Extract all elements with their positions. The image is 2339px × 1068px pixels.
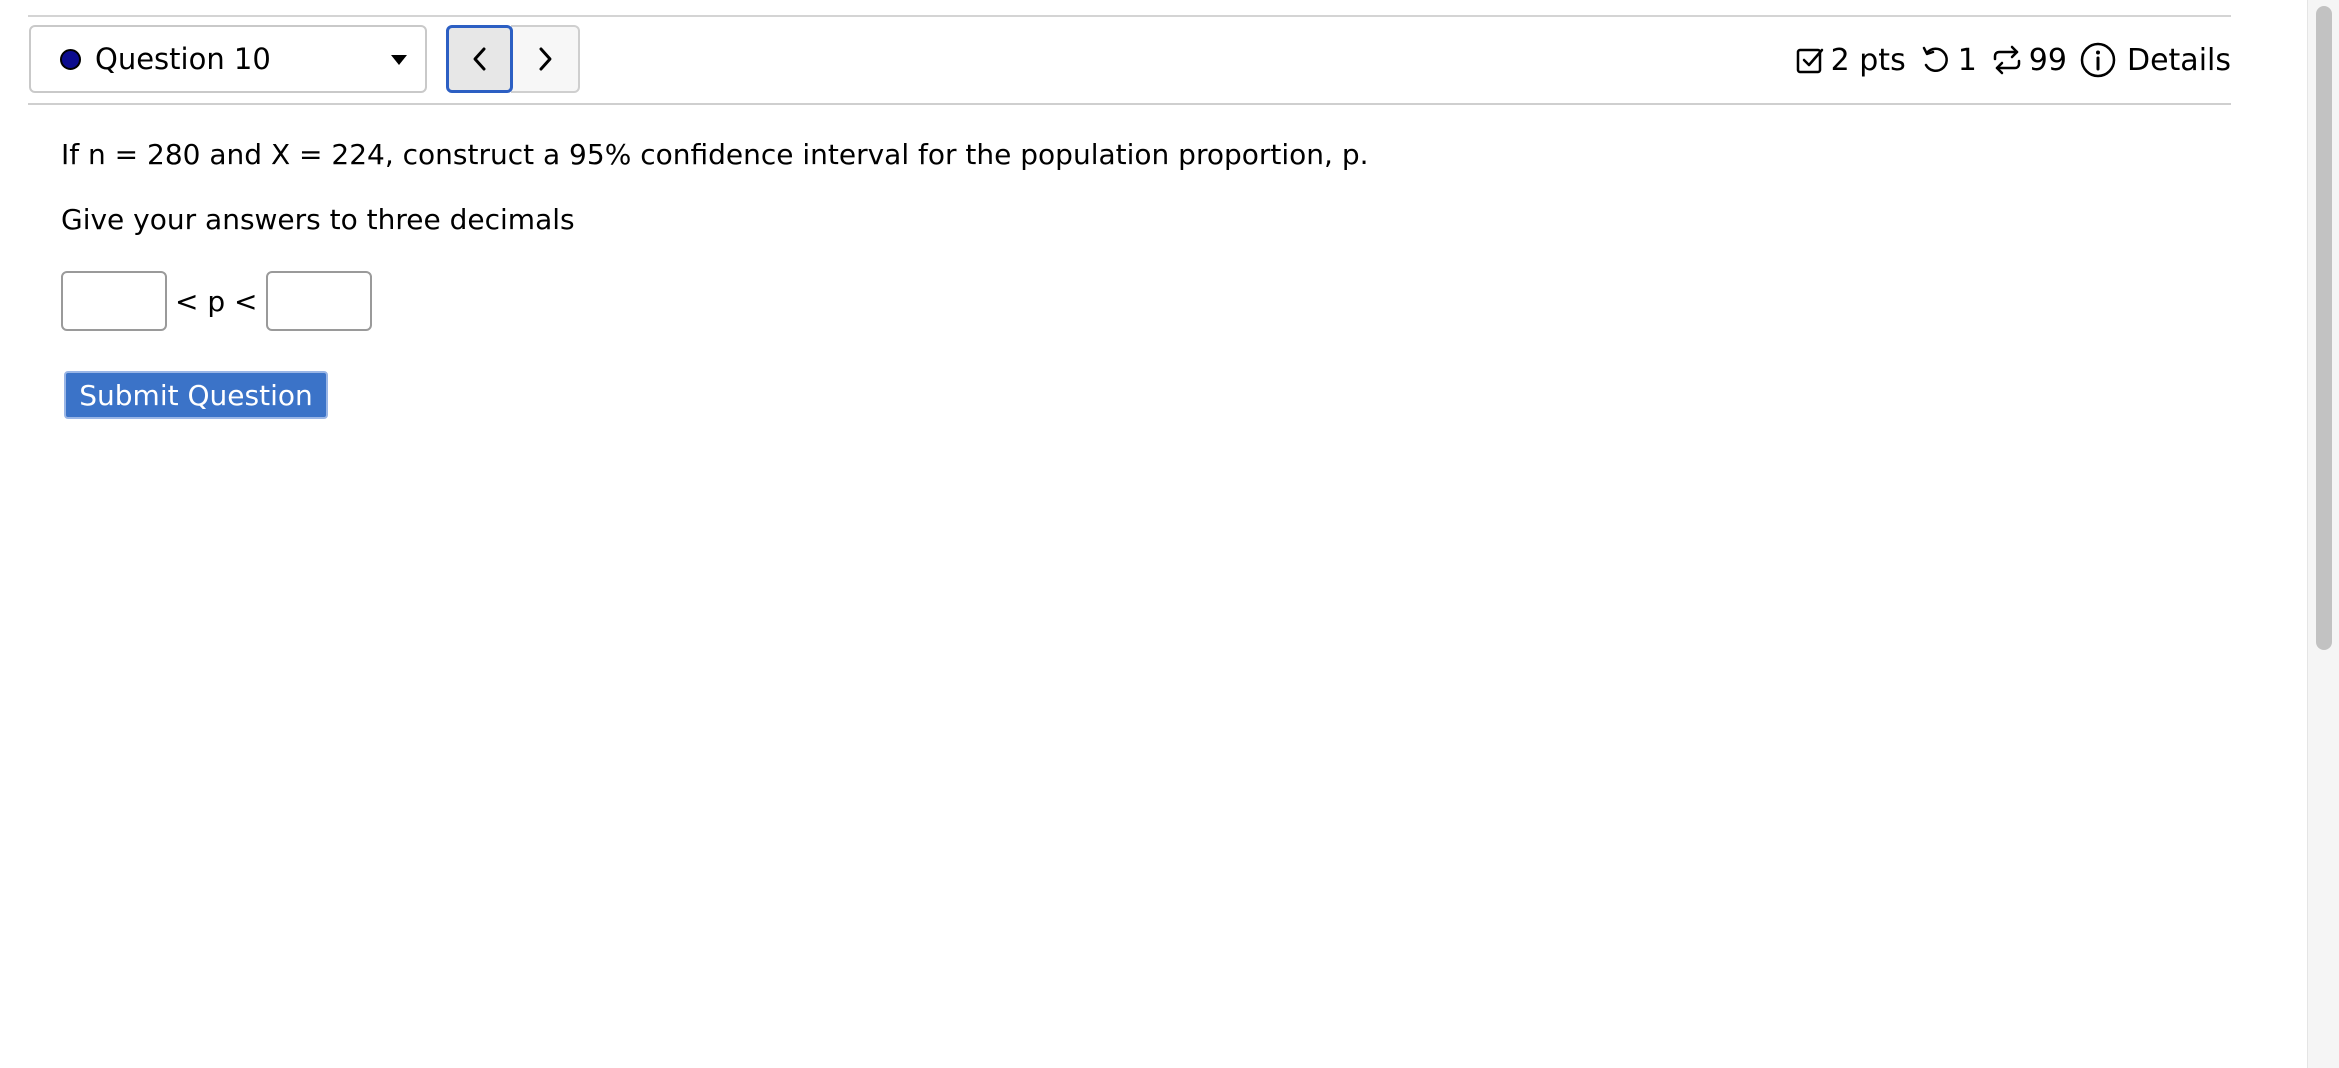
details-link[interactable]: Details xyxy=(2079,41,2231,79)
previous-question-button[interactable] xyxy=(446,25,513,93)
undo-icon xyxy=(1922,46,1948,72)
header-divider xyxy=(28,103,2231,105)
next-question-button[interactable] xyxy=(511,25,580,93)
question-selector-label: Question 10 xyxy=(95,42,271,76)
scrollbar-thumb[interactable] xyxy=(2316,6,2332,650)
points-indicator: 2 pts xyxy=(1795,43,1906,78)
attempts-indicator: 99 xyxy=(1991,43,2067,78)
chevron-right-icon xyxy=(539,47,551,71)
retries-value: 1 xyxy=(1957,42,1977,78)
info-icon xyxy=(2080,42,2116,78)
inequality-label: < p < xyxy=(175,284,258,318)
instruction-text: Give your answers to three decimals xyxy=(61,203,575,236)
points-value: 2 pts xyxy=(1830,42,1906,78)
answer-row: < p < xyxy=(61,271,372,331)
lower-bound-input[interactable] xyxy=(61,271,167,331)
chevron-left-icon xyxy=(473,47,485,71)
checkbox-check-icon xyxy=(1796,48,1823,74)
retries-indicator: 1 xyxy=(1920,43,1977,78)
question-info-bar: 2 pts 1 99 Details xyxy=(1781,40,2231,80)
question-text: If n = 280 and X = 224, construct a 95% … xyxy=(61,138,1369,171)
attempts-value: 99 xyxy=(2028,42,2067,78)
repeat-icon xyxy=(1993,45,2021,75)
status-dot-icon xyxy=(60,49,81,70)
caret-down-icon xyxy=(391,55,407,65)
submit-question-button[interactable]: Submit Question xyxy=(64,371,328,419)
details-label: Details xyxy=(2126,42,2231,78)
upper-bound-input[interactable] xyxy=(265,271,372,331)
top-divider xyxy=(28,15,2231,17)
page: Question 10 2 pts 1 99 Details If n = 28… xyxy=(0,0,2339,1068)
question-selector[interactable]: Question 10 xyxy=(29,25,427,93)
